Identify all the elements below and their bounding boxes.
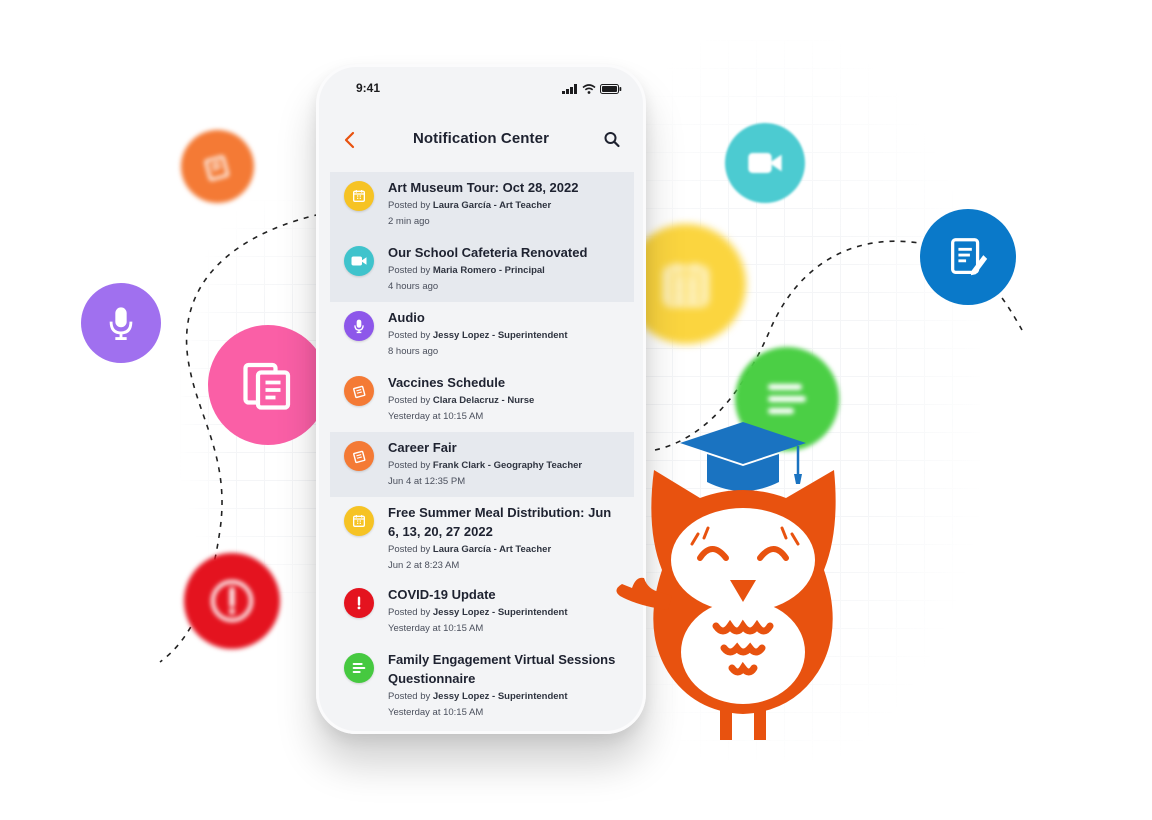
form-icon bbox=[344, 653, 374, 683]
posted-by-prefix: Posted by bbox=[388, 330, 433, 341]
floating-video-bubble bbox=[725, 123, 805, 203]
floating-edit-document-bubble bbox=[920, 209, 1016, 305]
video-icon bbox=[344, 246, 374, 276]
status-time: 9:41 bbox=[356, 81, 381, 95]
posted-by-prefix: Posted by bbox=[388, 395, 433, 406]
floating-notes-bubble bbox=[181, 130, 254, 203]
video-icon bbox=[745, 148, 785, 178]
notification-time: 8 hours ago bbox=[388, 346, 439, 357]
owl-mascot bbox=[612, 410, 842, 750]
alert-icon bbox=[344, 588, 374, 618]
search-button[interactable] bbox=[602, 129, 622, 151]
signal-icon bbox=[562, 81, 578, 99]
microphone-icon bbox=[344, 311, 374, 341]
notification-title: COVID-19 Update bbox=[388, 587, 496, 602]
phone-mockup: 9:41 Notification Center Art Museum Tour… bbox=[316, 64, 646, 734]
notification-time: Jun 2 at 8:23 AM bbox=[388, 560, 460, 571]
app-header: Notification Center bbox=[316, 120, 646, 160]
notification-time: 4 hours ago bbox=[388, 281, 439, 292]
notification-author-line: Posted by Jessy Lopez - Superintendent bbox=[388, 690, 624, 704]
notification-author: Frank Clark - Geography Teacher bbox=[432, 460, 583, 471]
notification-title: Our School Cafeteria Renovated bbox=[388, 245, 588, 260]
notification-time: Yesterday at 10:15 AM bbox=[388, 707, 484, 718]
notification-item[interactable]: Art Museum Tour: Oct 28, 2022 Posted by L… bbox=[330, 172, 634, 237]
notification-author: Jessy Lopez - Superintendent bbox=[432, 330, 568, 341]
search-icon bbox=[602, 132, 622, 155]
notification-item[interactable]: COVID-19 Update Posted by Jessy Lopez - S… bbox=[330, 579, 634, 644]
calendar-icon bbox=[344, 506, 374, 536]
floating-documents-bubble bbox=[208, 325, 328, 445]
wifi-icon bbox=[582, 81, 596, 99]
calendar-icon bbox=[659, 257, 713, 311]
notification-author-line: Posted by Laura García - Art Teacher bbox=[388, 199, 624, 213]
notification-author: Laura García - Art Teacher bbox=[432, 200, 552, 211]
page-title: Notification Center bbox=[412, 130, 550, 147]
notification-author-line: Posted by Jessy Lopez - Superintendent bbox=[388, 329, 624, 343]
notification-title: Free Summer Meal Distribution: Jun 6, 13… bbox=[388, 505, 612, 539]
edit-document-icon bbox=[945, 234, 991, 280]
posted-by-prefix: Posted by bbox=[388, 544, 433, 555]
notification-item[interactable]: Family Engagement Virtual Sessions Quest… bbox=[330, 644, 634, 726]
notification-author: Jessy Lopez - Superintendent bbox=[432, 607, 568, 618]
notification-title: Family Engagement Virtual Sessions Quest… bbox=[388, 652, 616, 686]
notification-item[interactable]: Vaccines Schedule Posted by Clara Delacru… bbox=[330, 367, 634, 432]
notification-time: Jun 4 at 12:35 PM bbox=[388, 476, 466, 487]
status-icons bbox=[562, 81, 622, 99]
notification-author-line: Posted by Frank Clark - Geography Teache… bbox=[388, 459, 624, 473]
notification-item[interactable]: Career Fair Posted by Frank Clark - Geogr… bbox=[330, 432, 634, 497]
notification-author: Clara Delacruz - Nurse bbox=[432, 395, 535, 406]
notification-title: Vaccines Schedule bbox=[388, 375, 506, 390]
notification-author-line: Posted by Laura García - Art Teacher bbox=[388, 543, 624, 557]
notification-item[interactable]: Audio Posted by Jessy Lopez - Superintend… bbox=[330, 302, 634, 367]
notification-title: Career Fair bbox=[388, 440, 457, 455]
floating-alert-bubble bbox=[184, 553, 280, 649]
notification-item[interactable]: Our School Cafeteria Renovated Posted by … bbox=[330, 237, 634, 302]
notes-icon bbox=[344, 376, 374, 406]
posted-by-prefix: Posted by bbox=[388, 460, 433, 471]
notification-author-line: Posted by Clara Delacruz - Nurse bbox=[388, 394, 624, 408]
battery-icon bbox=[600, 81, 622, 99]
notification-list: Art Museum Tour: Oct 28, 2022 Posted by L… bbox=[330, 172, 634, 726]
notification-title: Art Museum Tour: Oct 28, 2022 bbox=[388, 180, 579, 195]
graduation-cap-icon bbox=[680, 422, 806, 491]
notification-item[interactable]: Free Summer Meal Distribution: Jun 6, 13… bbox=[330, 497, 634, 579]
posted-by-prefix: Posted by bbox=[388, 607, 433, 618]
notes-icon bbox=[344, 441, 374, 471]
documents-icon bbox=[238, 355, 298, 415]
notification-author-line: Posted by Maria Romero - Principal bbox=[388, 264, 624, 278]
alert-icon bbox=[209, 578, 255, 624]
notification-author: Maria Romero - Principal bbox=[432, 265, 545, 276]
posted-by-prefix: Posted by bbox=[388, 200, 433, 211]
notification-author: Jessy Lopez - Superintendent bbox=[432, 691, 568, 702]
calendar-icon bbox=[344, 181, 374, 211]
notification-time: 2 min ago bbox=[388, 216, 430, 227]
microphone-icon bbox=[104, 303, 138, 343]
floating-microphone-bubble bbox=[81, 283, 161, 363]
status-bar: 9:41 bbox=[316, 64, 646, 114]
notification-title: Audio bbox=[388, 310, 425, 325]
notes-icon bbox=[200, 149, 236, 185]
notification-time: Yesterday at 10:15 AM bbox=[388, 623, 484, 634]
posted-by-prefix: Posted by bbox=[388, 265, 433, 276]
posted-by-prefix: Posted by bbox=[388, 691, 433, 702]
notification-time: Yesterday at 10:15 AM bbox=[388, 411, 484, 422]
notification-author-line: Posted by Jessy Lopez - Superintendent bbox=[388, 606, 624, 620]
notification-author: Laura García - Art Teacher bbox=[432, 544, 552, 555]
